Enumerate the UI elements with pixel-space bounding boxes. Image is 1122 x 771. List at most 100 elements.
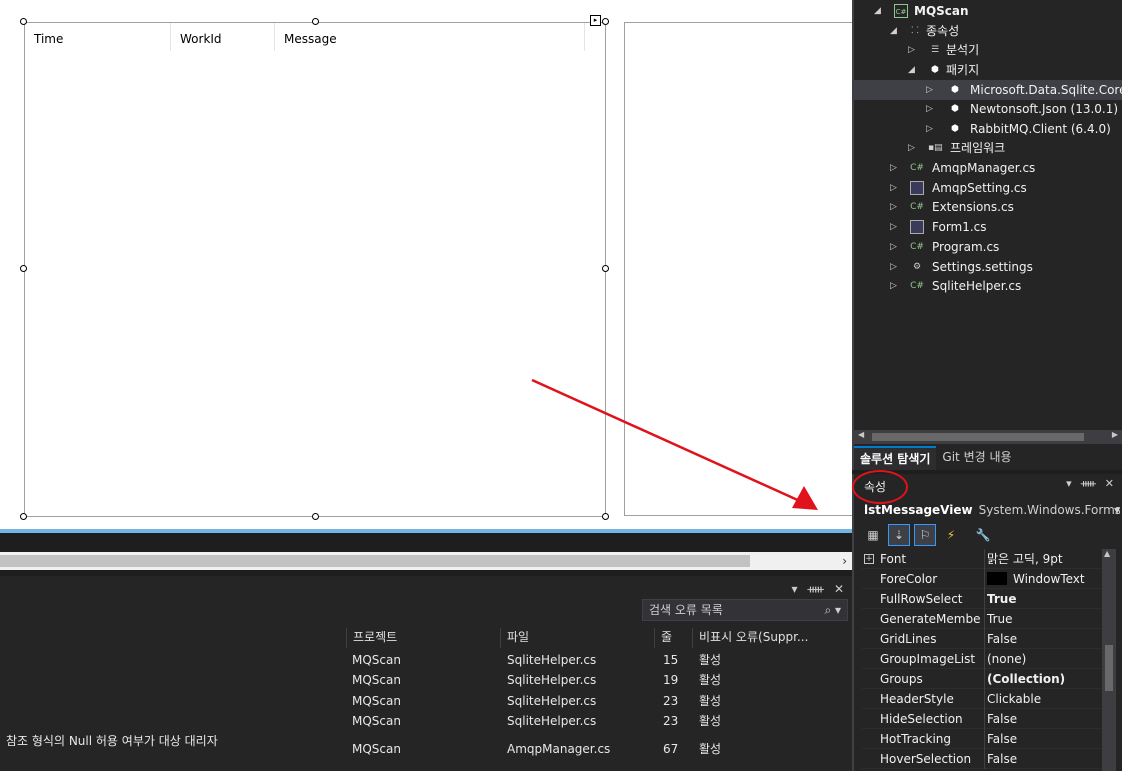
scrollbar-thumb[interactable]	[1105, 645, 1113, 691]
alphabetical-icon[interactable]: ⇣	[888, 524, 910, 546]
tree-item-file[interactable]: ▷ C# Extensions.cs	[854, 197, 1122, 217]
pin-icon[interactable]: ᚔ	[1081, 477, 1096, 490]
property-value[interactable]: WindowText	[984, 569, 1102, 589]
column-header-time[interactable]: Time	[25, 23, 171, 51]
tree-item-file[interactable]: ▷ AmqpSetting.cs	[854, 178, 1122, 198]
property-name: GroupImageList	[880, 652, 976, 666]
smart-tag-arrow-icon[interactable]: ▸	[590, 15, 601, 26]
message-listview[interactable]: Time WorkId Message	[24, 22, 606, 517]
property-value[interactable]: False	[984, 729, 1102, 749]
property-row-forecolor[interactable]: ForeColor WindowText	[862, 569, 1102, 589]
tree-item-package-sqlite[interactable]: ▷ ⬢ Microsoft.Data.Sqlite.Core	[854, 80, 1122, 100]
tree-item-package-rabbitmq[interactable]: ▷ ⬢ RabbitMQ.Client (6.4.0)	[854, 119, 1122, 139]
tree-item-analyzers[interactable]: ▷ ☰ 분석기	[854, 40, 1122, 60]
property-row-hoverselection[interactable]: HoverSelection False	[862, 749, 1102, 769]
tree-item-file[interactable]: ▷ C# SqliteHelper.cs	[854, 276, 1122, 296]
property-value[interactable]: False	[984, 709, 1102, 729]
resize-handle-top-right[interactable]	[602, 18, 609, 25]
tree-item-packages[interactable]: ◢ ⬢ 패키지	[854, 60, 1122, 80]
collapsed-triangle-icon[interactable]: ▷	[890, 237, 897, 257]
property-value[interactable]: Clickable	[984, 689, 1102, 709]
pin-icon[interactable]: ᚔ	[808, 582, 824, 596]
expand-icon[interactable]: +	[864, 554, 874, 564]
scrollbar-thumb[interactable]	[872, 433, 1084, 441]
error-list-search-input[interactable]: 검색 오류 목록 ⌕ ▾	[642, 599, 848, 621]
property-row-hottracking[interactable]: HotTracking False	[862, 729, 1102, 749]
property-row-gridlines[interactable]: GridLines False	[862, 629, 1102, 649]
property-row-groupimagelist[interactable]: GroupImageList (none)	[862, 649, 1102, 669]
column-header-suppression[interactable]: 비표시 오류(Suppr...	[692, 628, 832, 648]
property-value[interactable]: (none)	[984, 649, 1102, 669]
collapsed-triangle-icon[interactable]: ▷	[926, 99, 933, 119]
property-row-fullrowselect[interactable]: FullRowSelect True	[862, 589, 1102, 609]
properties-vertical-scrollbar[interactable]: ▲	[1102, 549, 1116, 771]
tree-item-file[interactable]: ▷ C# Program.cs	[854, 237, 1122, 257]
scroll-left-icon[interactable]: ◀	[858, 430, 864, 439]
expanded-triangle-icon[interactable]: ◢	[890, 21, 897, 41]
tree-item-frameworks[interactable]: ▷ ▪▤ 프레임워크	[854, 138, 1122, 158]
column-header-project[interactable]: 프로젝트	[346, 628, 500, 648]
property-value[interactable]: (Collection)	[984, 669, 1102, 689]
collapsed-triangle-icon[interactable]: ▷	[890, 158, 897, 178]
chevron-down-icon[interactable]: ▾	[1114, 500, 1120, 520]
resize-handle-top[interactable]	[312, 18, 319, 25]
property-value[interactable]: 맑은 고딕, 9pt	[984, 549, 1102, 569]
designer-horizontal-scrollbar[interactable]: ›	[0, 552, 852, 570]
tab-git-changes[interactable]: Git 변경 내용	[936, 446, 1017, 470]
dropdown-arrow-icon[interactable]: ▾	[791, 582, 797, 596]
property-row-font[interactable]: + Font 맑은 고딕, 9pt	[862, 549, 1102, 569]
categorized-icon[interactable]: ▦	[862, 524, 884, 546]
expanded-triangle-icon[interactable]: ◢	[908, 60, 915, 80]
expanded-triangle-icon[interactable]: ◢	[874, 1, 881, 21]
events-icon[interactable]: ⚡	[940, 524, 962, 546]
column-header-message[interactable]: Message	[275, 23, 585, 51]
property-value[interactable]: False	[984, 749, 1102, 769]
collapsed-triangle-icon[interactable]: ▷	[908, 40, 915, 60]
tree-item-file[interactable]: ▷ Form1.cs	[854, 217, 1122, 237]
collapsed-triangle-icon[interactable]: ▷	[926, 119, 933, 139]
property-value[interactable]: True	[984, 609, 1102, 629]
property-value[interactable]: True	[984, 589, 1102, 609]
scrollbar-thumb[interactable]	[0, 555, 750, 567]
collapsed-triangle-icon[interactable]: ▷	[890, 257, 897, 277]
column-header-line[interactable]: 줄	[654, 628, 692, 648]
tree-item-file[interactable]: ▷ C# AmqpManager.cs	[854, 158, 1122, 178]
solution-horizontal-scrollbar[interactable]: ◀ ▶	[854, 430, 1122, 444]
tab-solution-explorer[interactable]: 솔루션 탐색기	[854, 446, 937, 470]
collapsed-triangle-icon[interactable]: ▷	[890, 197, 897, 217]
close-icon[interactable]: ✕	[834, 582, 844, 596]
dropdown-arrow-icon[interactable]: ▾	[1066, 477, 1072, 490]
tree-item-project[interactable]: ◢ C# MQScan	[854, 1, 1122, 21]
object-selector[interactable]: lstMessageView System.Windows.Forms ▾	[864, 500, 1120, 520]
property-value[interactable]: False	[984, 629, 1102, 649]
column-header-workid[interactable]: WorkId	[171, 23, 275, 51]
resize-handle-bottom-left[interactable]	[20, 513, 27, 520]
tree-item-file[interactable]: ▷ ⚙ Settings.settings	[854, 257, 1122, 277]
property-row-headerstyle[interactable]: HeaderStyle Clickable	[862, 689, 1102, 709]
property-name: HeaderStyle	[880, 692, 954, 706]
column-header-file[interactable]: 파일	[500, 628, 654, 648]
collapsed-triangle-icon[interactable]: ▷	[908, 138, 915, 158]
search-icon[interactable]: ⌕ ▾	[824, 600, 841, 620]
resize-handle-top-left[interactable]	[20, 18, 27, 25]
collapsed-triangle-icon[interactable]: ▷	[926, 80, 933, 100]
property-grid: + Font 맑은 고딕, 9pt ForeColor WindowText F…	[862, 549, 1102, 771]
property-pages-icon[interactable]: 🔧	[972, 524, 994, 546]
resize-handle-left[interactable]	[20, 265, 27, 272]
close-icon[interactable]: ✕	[1105, 477, 1114, 490]
tree-item-dependencies[interactable]: ◢ ⸬ 종속성	[854, 21, 1122, 41]
resize-handle-bottom[interactable]	[312, 513, 319, 520]
collapsed-triangle-icon[interactable]: ▷	[890, 276, 897, 296]
collapsed-triangle-icon[interactable]: ▷	[890, 178, 897, 198]
property-row-hideselection[interactable]: HideSelection False	[862, 709, 1102, 729]
solution-tabs: 솔루션 탐색기 Git 변경 내용	[854, 446, 1122, 470]
property-row-generatemember[interactable]: GenerateMember True	[862, 609, 1102, 629]
property-row-groups[interactable]: Groups (Collection)	[862, 669, 1102, 689]
collapsed-triangle-icon[interactable]: ▷	[890, 217, 897, 237]
properties-icon[interactable]: ⚐	[914, 524, 936, 546]
scroll-up-icon[interactable]: ▲	[1104, 549, 1110, 558]
scroll-right-icon[interactable]: ›	[842, 554, 847, 568]
tree-item-package-newtonsoft[interactable]: ▷ ⬢ Newtonsoft.Json (13.0.1)	[854, 99, 1122, 119]
scroll-right-icon[interactable]: ▶	[1112, 430, 1118, 439]
resize-handle-right[interactable]	[602, 265, 609, 272]
